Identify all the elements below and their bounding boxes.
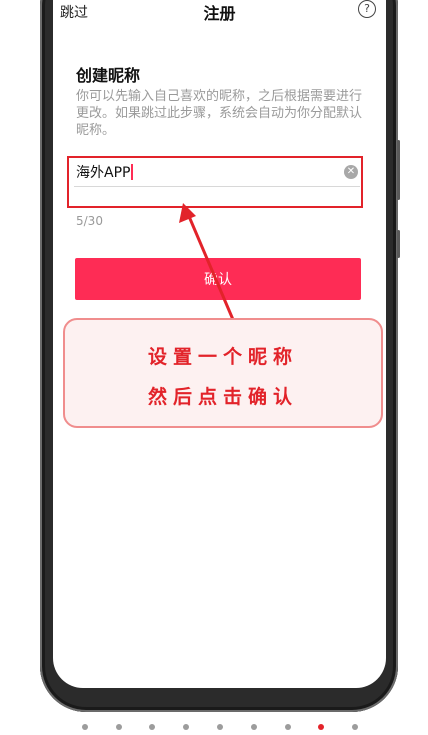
callout-line-1: 设置一个昵称 bbox=[147, 346, 298, 368]
section-description: 你可以先输入自己喜欢的昵称，之后根据需要进行更改。如果跳过此步骤，系统会自动为你… bbox=[76, 89, 363, 138]
char-counter: 5/30 bbox=[76, 214, 103, 228]
page-dot[interactable] bbox=[116, 724, 122, 730]
page-dot[interactable] bbox=[82, 724, 88, 730]
page-dot[interactable] bbox=[217, 724, 223, 730]
phone-side-button bbox=[397, 140, 400, 200]
page-title: 注册 bbox=[203, 4, 236, 23]
page-indicator bbox=[0, 718, 428, 735]
page-dot[interactable] bbox=[352, 724, 358, 730]
question-circle-icon[interactable]: ? bbox=[358, 0, 376, 18]
section-heading: 创建昵称 bbox=[76, 66, 141, 85]
page-dot[interactable] bbox=[285, 724, 291, 730]
page-dot-active[interactable] bbox=[318, 724, 324, 730]
input-highlight-box bbox=[67, 156, 363, 208]
page-dot[interactable] bbox=[149, 724, 155, 730]
confirm-button[interactable]: 确认 bbox=[75, 258, 361, 300]
page-dot[interactable] bbox=[183, 724, 189, 730]
top-bar: 跳过 注册 ? bbox=[53, 0, 386, 24]
phone-side-button bbox=[397, 230, 400, 258]
page-dot[interactable] bbox=[251, 724, 257, 730]
callout-line-2: 然后点击确认 bbox=[147, 386, 298, 408]
instruction-callout: 设置一个昵称 然后点击确认 bbox=[63, 318, 383, 428]
